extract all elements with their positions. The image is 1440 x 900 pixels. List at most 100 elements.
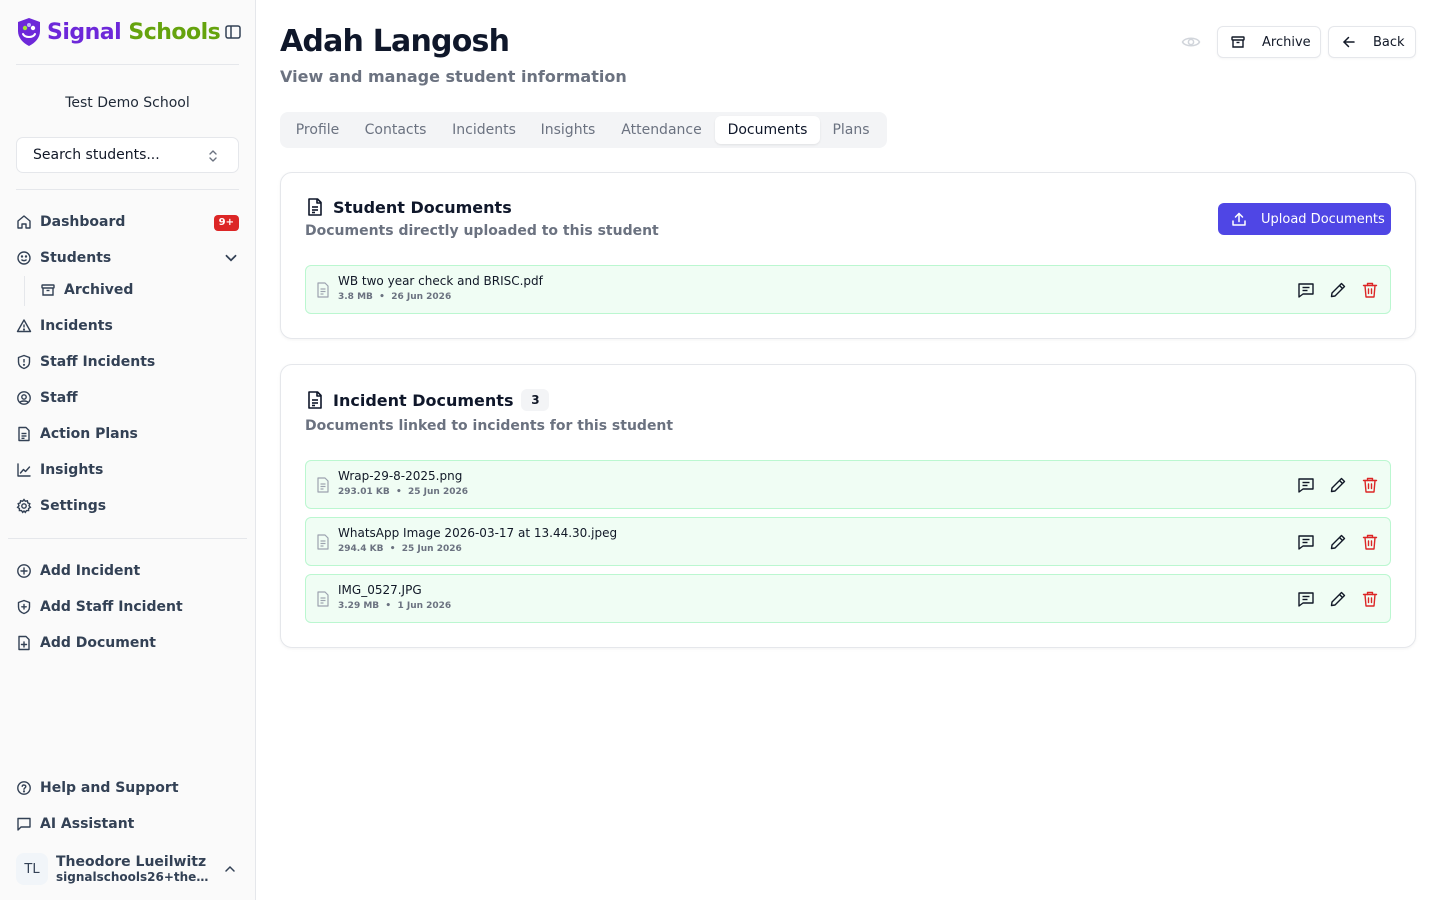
nav-label: Help and Support — [40, 780, 179, 796]
nav-archived[interactable]: Archived — [40, 276, 239, 304]
tab-contacts[interactable]: Contacts — [351, 116, 440, 144]
document-name[interactable]: Wrap-29-8-2025.png — [338, 469, 462, 483]
avatar: TL — [16, 853, 48, 885]
tab-documents[interactable]: Documents — [715, 116, 820, 144]
warning-triangle-icon — [16, 319, 32, 333]
nav-add-document[interactable]: Add Document — [16, 629, 239, 657]
chevrons-up-down-icon — [209, 150, 217, 162]
sidebar: Signal Schools Test Demo School Search s… — [0, 0, 256, 900]
pencil-icon[interactable] — [1329, 476, 1347, 494]
comment-icon[interactable] — [1297, 476, 1315, 494]
document-row[interactable]: WhatsApp Image 2026-03-17 at 13.44.30.jp… — [305, 517, 1391, 566]
file-date: 25 Jun 2026 — [401, 544, 462, 554]
shield-alert-icon — [17, 354, 31, 370]
smile-icon — [17, 251, 31, 265]
trash-icon[interactable] — [1361, 590, 1379, 608]
document-meta: 293.01 KB • 25 Jun 2026 — [338, 487, 469, 497]
archive-button[interactable]: Archive — [1217, 26, 1321, 58]
upload-documents-button[interactable]: Upload Documents — [1218, 203, 1391, 235]
help-circle-icon — [17, 781, 31, 795]
nav-label: Add Incident — [40, 563, 141, 579]
sidebar-toggle-icon[interactable] — [224, 23, 242, 41]
card-title: Student Documents — [333, 197, 512, 217]
document-name[interactable]: WB two year check and BRISC.pdf — [338, 274, 543, 288]
eye-icon[interactable] — [1181, 33, 1201, 51]
document-name[interactable]: WhatsApp Image 2026-03-17 at 13.44.30.jp… — [338, 526, 617, 540]
shield-plus-icon — [17, 599, 31, 615]
document-row[interactable]: IMG_0527.JPG 3.29 MB • 1 Jun 2026 — [305, 574, 1391, 623]
document-row[interactable]: WB two year check and BRISC.pdf 3.8 MB •… — [305, 265, 1391, 314]
file-size: 3.8 MB — [338, 292, 373, 302]
line-chart-icon — [17, 463, 31, 477]
pencil-icon[interactable] — [1329, 533, 1347, 551]
file-text-icon — [308, 198, 322, 216]
document-meta: 294.4 KB • 25 Jun 2026 — [338, 544, 462, 554]
message-square-icon — [17, 817, 31, 831]
file-icon — [317, 591, 329, 607]
nav-add-incident[interactable]: Add Incident — [16, 557, 239, 585]
trash-icon[interactable] — [1361, 476, 1379, 494]
file-text-icon — [18, 426, 30, 442]
nav-label: Archived — [64, 282, 134, 298]
nav-staff-incidents[interactable]: Staff Incidents — [16, 348, 239, 376]
upload-icon — [1232, 212, 1246, 226]
user-email: signalschools26+theodo... — [56, 870, 216, 884]
comment-icon[interactable] — [1297, 533, 1315, 551]
document-meta: 3.29 MB • 1 Jun 2026 — [338, 601, 452, 611]
tab-profile[interactable]: Profile — [284, 116, 351, 144]
nav-ai-assistant[interactable]: AI Assistant — [16, 810, 239, 838]
school-name: Test Demo School — [65, 95, 190, 111]
file-date: 26 Jun 2026 — [391, 292, 452, 302]
brand-logo[interactable]: Signal Schools — [16, 16, 242, 48]
plus-circle-icon — [17, 564, 31, 578]
nav-add-staff-incident[interactable]: Add Staff Incident — [16, 593, 239, 621]
user-name: Theodore Lueilwitz — [56, 854, 207, 870]
card-title: Incident Documents — [333, 390, 514, 410]
pencil-icon[interactable] — [1329, 590, 1347, 608]
trash-icon[interactable] — [1361, 281, 1379, 299]
gear-icon — [16, 498, 32, 514]
student-search-combobox[interactable]: Search students... — [16, 137, 239, 173]
user-info: Theodore Lueilwitz signalschools26+theod… — [56, 854, 216, 884]
nav-incidents[interactable]: Incidents — [16, 312, 239, 340]
comment-icon[interactable] — [1297, 590, 1315, 608]
tab-attendance[interactable]: Attendance — [608, 116, 715, 144]
nav-settings[interactable]: Settings — [16, 492, 239, 520]
page-subtitle: View and manage student information — [280, 67, 627, 86]
pencil-icon[interactable] — [1329, 281, 1347, 299]
file-icon — [317, 477, 329, 493]
file-date: 25 Jun 2026 — [408, 487, 469, 497]
document-meta: 3.8 MB • 26 Jun 2026 — [338, 292, 452, 302]
count-badge: 3 — [521, 389, 550, 411]
page-title: Adah Langosh — [280, 24, 510, 59]
submenu-line — [24, 276, 25, 306]
card-description: Documents directly uploaded to this stud… — [305, 223, 659, 239]
nav-staff[interactable]: Staff — [16, 384, 239, 412]
file-text-icon — [308, 391, 322, 409]
chevron-up-icon — [225, 865, 235, 872]
upload-label: Upload Documents — [1261, 211, 1385, 227]
nav-help-support[interactable]: Help and Support — [16, 774, 239, 802]
search-placeholder: Search students... — [33, 147, 160, 163]
file-size: 294.4 KB — [338, 544, 384, 554]
notification-badge: 9+ — [213, 215, 239, 231]
tab-insights[interactable]: Insights — [528, 116, 608, 144]
divider — [16, 64, 239, 65]
document-name[interactable]: IMG_0527.JPG — [338, 583, 422, 597]
nav-dashboard[interactable]: Dashboard 9+ — [16, 208, 239, 236]
trash-icon[interactable] — [1361, 533, 1379, 551]
document-row[interactable]: Wrap-29-8-2025.png 293.01 KB • 25 Jun 20… — [305, 460, 1391, 509]
nav-students[interactable]: Students — [16, 244, 239, 272]
tab-plans[interactable]: Plans — [820, 116, 882, 144]
nav-insights[interactable]: Insights — [16, 456, 239, 484]
file-date: 1 Jun 2026 — [397, 601, 452, 611]
nav-action-plans[interactable]: Action Plans — [16, 420, 239, 448]
tab-incidents[interactable]: Incidents — [440, 116, 528, 144]
user-menu[interactable]: TL Theodore Lueilwitz signalschools26+th… — [16, 850, 239, 888]
user-circle-icon — [17, 391, 31, 405]
chevron-down-icon[interactable] — [223, 250, 239, 266]
back-button[interactable]: Back — [1328, 26, 1416, 58]
comment-icon[interactable] — [1297, 281, 1315, 299]
card-header: Student Documents — [305, 197, 512, 217]
back-label: Back — [1373, 34, 1405, 50]
